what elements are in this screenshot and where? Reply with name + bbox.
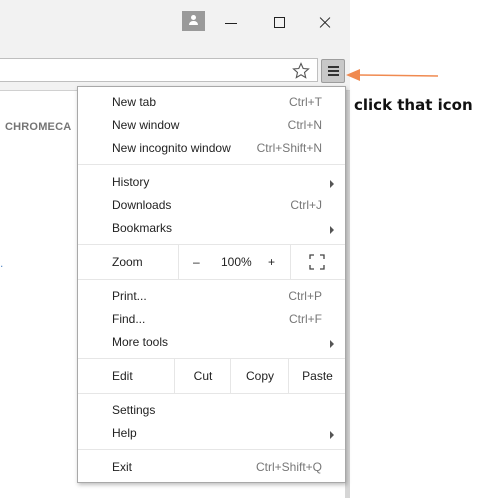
zoom-row: Zoom – 100% + [78,245,345,279]
paste-button[interactable]: Paste [288,359,346,393]
star-icon[interactable] [292,62,310,80]
submenu-arrow-icon [330,226,334,234]
menu-separator [78,164,345,165]
edit-row: Edit Cut Copy Paste [78,359,345,393]
menu-item-new-window[interactable]: New window Ctrl+N [78,116,345,136]
edit-label: Edit [112,369,133,383]
hamburger-menu-icon [328,66,339,68]
menu-item-settings[interactable]: Settings [78,401,345,421]
fullscreen-icon [309,254,325,270]
page-heading-fragment: CHROMECA [5,121,72,133]
chrome-menu-dropdown: New tab Ctrl+T New window Ctrl+N New inc… [77,86,346,483]
menu-item-new-tab[interactable]: New tab Ctrl+T [78,93,345,113]
menu-item-new-incognito-window[interactable]: New incognito window Ctrl+Shift+N [78,139,345,159]
menu-item-exit[interactable]: Exit Ctrl+Shift+Q [78,458,345,478]
menu-separator [78,279,345,280]
zoom-out-button[interactable]: – [193,255,200,269]
menu-separator [78,449,345,450]
close-button[interactable] [315,12,335,32]
menu-item-print[interactable]: Print... Ctrl+P [78,287,345,307]
submenu-arrow-icon [330,180,334,188]
zoom-level: 100% [221,255,252,269]
cut-button[interactable]: Cut [174,359,231,393]
menu-item-history[interactable]: History [78,173,345,193]
address-bar[interactable] [0,58,318,82]
chrome-menu-button[interactable] [321,59,345,83]
title-bar [0,0,350,50]
menu-item-help[interactable]: Help [78,424,345,444]
menu-item-find[interactable]: Find... Ctrl+F [78,310,345,330]
menu-separator [78,393,345,394]
fullscreen-button[interactable] [290,245,346,279]
submenu-arrow-icon [330,431,334,439]
zoom-in-button[interactable]: + [268,255,275,269]
page-text-fragment: . [0,256,4,270]
copy-button[interactable]: Copy [230,359,289,393]
menu-item-downloads[interactable]: Downloads Ctrl+J [78,196,345,216]
annotation-arrow [346,69,439,81]
maximize-button[interactable] [269,12,289,32]
zoom-label: Zoom [112,255,143,269]
profile-button[interactable] [182,11,205,31]
menu-item-more-tools[interactable]: More tools [78,333,345,353]
annotation-text: click that icon [354,96,473,114]
menu-item-bookmarks[interactable]: Bookmarks [78,219,345,239]
submenu-arrow-icon [330,340,334,348]
person-icon [191,15,196,20]
minimize-button[interactable] [221,12,241,32]
